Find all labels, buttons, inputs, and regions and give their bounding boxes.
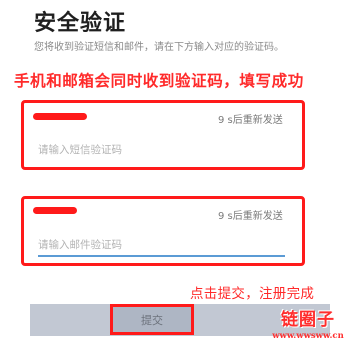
redacted-email-address xyxy=(33,207,77,214)
submit-button[interactable]: 提交 xyxy=(110,304,194,335)
watermark-url: www.wwsww.cn xyxy=(272,331,344,341)
email-resend-countdown[interactable]: 9 s后重新发送 xyxy=(218,207,283,222)
watermark: 链圈子 www.wwsww.cn xyxy=(258,305,358,341)
page-title: 安全验证 xyxy=(34,11,127,36)
sms-code-input[interactable] xyxy=(38,142,278,158)
email-code-input[interactable] xyxy=(38,237,278,253)
annotation-top: 手机和邮箱会同时收到验证码，填写成功 xyxy=(14,72,304,90)
page-description: 您将收到验证短信和邮件，请在下方输入对应的验证码。 xyxy=(34,42,284,53)
email-input-focus-underline xyxy=(38,255,285,257)
security-verification-page: 安全验证 您将收到验证短信和邮件，请在下方输入对应的验证码。 手机和邮箱会同时收… xyxy=(0,0,361,345)
watermark-logo: 链圈子 xyxy=(281,310,335,330)
annotation-bottom: 点击提交，注册完成 xyxy=(190,286,315,302)
redacted-phone-number xyxy=(33,113,87,120)
sms-resend-countdown[interactable]: 9 s后重新发送 xyxy=(218,111,283,126)
